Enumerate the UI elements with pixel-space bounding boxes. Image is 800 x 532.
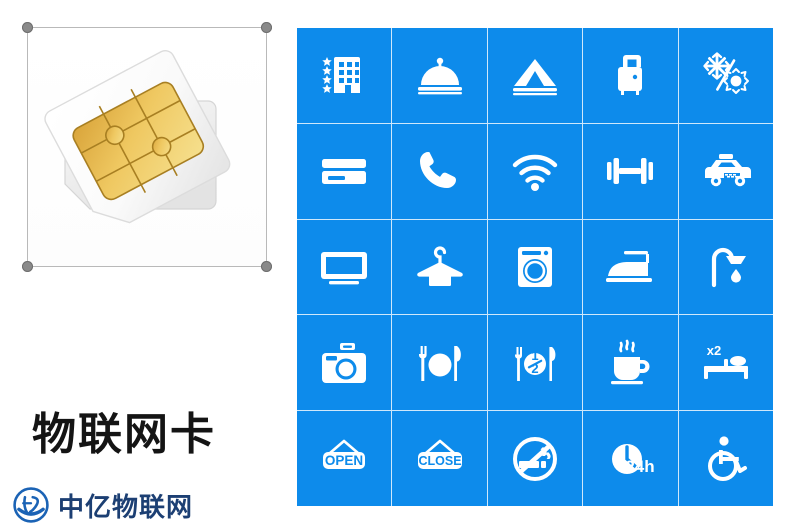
iron-icon [606, 250, 653, 282]
tile-taxi[interactable] [678, 123, 773, 219]
tile-no-smoking[interactable] [487, 411, 583, 506]
zy-circular-logo-icon [13, 487, 49, 523]
tile-24h-clock[interactable]: 24h [583, 411, 678, 506]
wheelchair-icon [707, 435, 747, 481]
tile-dumbbell[interactable] [583, 123, 678, 219]
taxi-icon [704, 154, 751, 187]
close-sign-label: CLOSE [418, 454, 461, 468]
brand-logo: 中亿物联网 [12, 486, 193, 524]
tile-clothes-hanger[interactable] [392, 219, 487, 315]
clothes-hanger-icon [416, 246, 463, 286]
resize-handle-top-right[interactable] [261, 22, 272, 33]
tile-luggage[interactable] [583, 28, 678, 123]
tile-camping-tent[interactable] [487, 28, 583, 123]
close-sign-icon: CLOSE [417, 439, 462, 469]
24h-clock-icon: 24h [612, 443, 655, 476]
24h-label: 24h [626, 457, 655, 476]
television-icon [321, 251, 368, 285]
restaurant-icon [418, 345, 461, 381]
tile-restaurant[interactable] [392, 315, 487, 411]
camping-tent-icon [512, 59, 557, 96]
tile-open-sign[interactable]: OPEN [297, 411, 392, 506]
no-smoking-icon [512, 436, 557, 481]
dumbbell-icon [607, 158, 654, 185]
air-conditioning-icon [703, 52, 749, 95]
hotel-stars-icon [322, 57, 361, 94]
tile-room-service[interactable] [392, 28, 487, 123]
coffee-cup-icon [611, 339, 650, 384]
tile-shower[interactable] [678, 219, 773, 315]
tile-washing-machine[interactable] [487, 219, 583, 315]
brand-name: 中亿物联网 [58, 492, 194, 523]
tile-double-bed[interactable]: x2 [678, 315, 773, 411]
washing-machine-icon [517, 246, 552, 287]
resize-handle-top-left[interactable] [22, 22, 33, 33]
sim-card-image [44, 50, 231, 224]
half-board-icon: 1 2 [514, 346, 556, 381]
open-sign-icon: OPEN [323, 439, 366, 469]
telephone-icon [419, 152, 456, 189]
tile-close-sign[interactable]: CLOSE [392, 411, 487, 506]
tile-air-conditioning[interactable] [678, 28, 773, 123]
svg-text:x2: x2 [707, 343, 721, 358]
tile-coffee-cup[interactable] [583, 315, 678, 411]
tile-wheelchair[interactable] [678, 411, 773, 506]
tile-iron[interactable] [583, 219, 678, 315]
camera-icon [322, 342, 367, 383]
resize-handle-bottom-left[interactable] [22, 261, 33, 272]
tile-telephone[interactable] [392, 123, 487, 219]
product-title: 物联网卡 [32, 409, 216, 460]
room-service-icon [417, 58, 462, 95]
amenity-icon-grid: 1 2 x2 OPEN CLOSE 24h [297, 28, 773, 506]
wifi-icon [512, 154, 558, 192]
double-bed-icon: x2 [703, 343, 748, 379]
product-panel: 物联网卡 中亿物联网 [0, 0, 293, 532]
resize-handle-bottom-right[interactable] [261, 261, 272, 272]
tile-half-board[interactable]: 1 2 [487, 315, 583, 411]
tile-hotel-stars[interactable] [297, 28, 392, 123]
credit-card-icon [322, 159, 367, 185]
tile-credit-card[interactable] [297, 123, 392, 219]
tile-camera[interactable] [297, 315, 392, 411]
tile-wifi[interactable] [487, 123, 583, 219]
tile-television[interactable] [297, 219, 392, 315]
luggage-icon [618, 55, 643, 96]
image-selection-frame[interactable] [22, 22, 272, 272]
open-sign-label: OPEN [325, 453, 363, 468]
shower-icon [711, 247, 746, 288]
